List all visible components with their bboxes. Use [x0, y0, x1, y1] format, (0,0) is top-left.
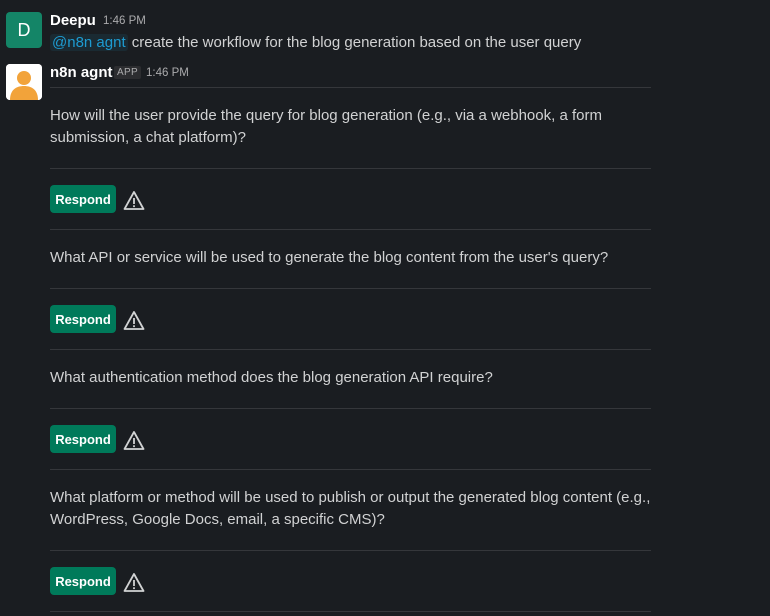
bot-sender-name[interactable]: n8n agnt: [50, 64, 113, 81]
mention-link[interactable]: @n8n agnt: [50, 34, 128, 51]
user-avatar[interactable]: D: [6, 12, 42, 48]
question-1: How will the user provide the query for …: [50, 107, 602, 146]
message-body: create the workflow for the blog generat…: [131, 34, 582, 51]
question-2: What API or service will be used to gene…: [50, 249, 609, 266]
section-divider: [50, 168, 651, 169]
section-divider: [50, 229, 651, 230]
respond-button[interactable]: Respond: [50, 305, 116, 333]
respond-button[interactable]: Respond: [50, 185, 116, 213]
section-divider: [50, 87, 651, 88]
user-avatar-icon: [6, 64, 42, 100]
section-divider: [50, 349, 651, 350]
message-timestamp[interactable]: 1:46 PM: [103, 15, 146, 27]
section-divider: [50, 288, 651, 289]
message-text: @n8n agnt create the workflow for the bl…: [50, 34, 581, 51]
respond-button[interactable]: Respond: [50, 425, 116, 453]
section-divider: [50, 550, 651, 551]
bot-message-timestamp[interactable]: 1:46 PM: [146, 67, 189, 79]
section-divider: [50, 408, 651, 409]
sender-name[interactable]: Deepu: [50, 12, 96, 29]
warning-triangle-icon[interactable]: [123, 310, 145, 332]
respond-button[interactable]: Respond: [50, 567, 116, 595]
app-badge: APP: [114, 66, 141, 79]
avatar-letter: D: [17, 19, 31, 40]
bot-avatar[interactable]: [6, 64, 42, 100]
section-divider: [50, 611, 651, 612]
warning-triangle-icon[interactable]: [123, 430, 145, 452]
question-3: What authentication method does the blog…: [50, 369, 493, 386]
section-divider: [50, 469, 651, 470]
question-4: What platform or method will be used to …: [50, 489, 651, 528]
warning-triangle-icon[interactable]: [123, 190, 145, 212]
warning-triangle-icon[interactable]: [123, 572, 145, 594]
